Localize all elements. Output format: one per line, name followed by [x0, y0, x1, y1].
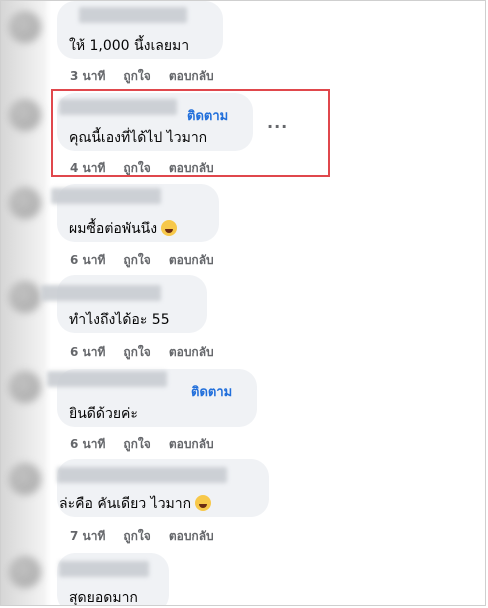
like-button[interactable]: ถูกใจ	[123, 343, 150, 362]
reply-button[interactable]: ตอบกลับ	[169, 435, 214, 454]
avatar[interactable]	[9, 371, 41, 403]
comment-text: สุดยอดมาก	[69, 590, 138, 606]
reply-button[interactable]: ตอบกลับ	[169, 251, 214, 270]
reply-button[interactable]: ตอบกลับ	[169, 527, 214, 546]
timestamp[interactable]: 7 นาที	[70, 527, 105, 546]
comment-bubble: ติดตาม ยินดีด้วยค่ะ	[47, 369, 257, 427]
laughing-emoji-icon	[195, 495, 212, 511]
redacted-name	[51, 188, 161, 204]
comment-actions: 3 นาที ถูกใจ ตอบกลับ	[70, 67, 214, 86]
follow-link[interactable]: ติดตาม	[191, 381, 232, 402]
comment-actions: 7 นาที ถูกใจ ตอบกลับ	[70, 527, 214, 546]
comment-bubble: ทำไงถึงได้อะ 55	[41, 275, 207, 333]
highlight-box	[51, 89, 330, 177]
avatar-column	[1, 1, 51, 605]
avatar[interactable]	[9, 281, 41, 313]
redacted-name	[41, 285, 161, 301]
avatar[interactable]	[9, 463, 41, 495]
comment-text: ผมซื้อต่อพันนึง	[69, 218, 178, 240]
comment-text: ยินดีด้วยค่ะ	[69, 406, 138, 422]
like-button[interactable]: ถูกใจ	[123, 67, 150, 86]
like-button[interactable]: ถูกใจ	[123, 251, 150, 270]
redacted-name	[59, 561, 149, 577]
redacted-name	[57, 467, 227, 483]
comment-bubble: ผมซื้อต่อพันนึง	[51, 184, 219, 242]
avatar[interactable]	[9, 99, 41, 131]
comment-bubble: สุดยอดมาก	[57, 553, 169, 606]
comment-actions: 6 นาที ถูกใจ ตอบกลับ	[70, 343, 214, 362]
comment-actions: 6 นาที ถูกใจ ตอบกลับ	[70, 251, 214, 270]
comment-text: ให้ 1,000 นึ้งเลยมา	[69, 38, 190, 54]
timestamp[interactable]: 6 นาที	[70, 251, 105, 270]
redacted-name	[79, 7, 187, 23]
timestamp[interactable]: 6 นาที	[70, 343, 105, 362]
like-button[interactable]: ถูกใจ	[123, 435, 150, 454]
avatar[interactable]	[9, 187, 41, 219]
reply-button[interactable]: ตอบกลับ	[169, 67, 214, 86]
comment-text: ทำไงถึงได้อะ 55	[69, 312, 170, 328]
like-button[interactable]: ถูกใจ	[123, 527, 150, 546]
grinning-squint-emoji-icon	[161, 220, 178, 236]
reply-button[interactable]: ตอบกลับ	[169, 343, 214, 362]
comment-actions: 6 นาที ถูกใจ ตอบกลับ	[70, 435, 214, 454]
avatar[interactable]	[9, 11, 41, 43]
comment-bubble: ให้ 1,000 นึ้งเลยมา	[57, 1, 223, 59]
redacted-name	[47, 371, 167, 387]
timestamp[interactable]: 3 นาที	[70, 67, 105, 86]
comment-text: ล่ะคือ คันเดียว ไวมาก	[59, 493, 212, 515]
timestamp[interactable]: 6 นาที	[70, 435, 105, 454]
comment-list: ให้ 1,000 นึ้งเลยมา 3 นาที ถูกใจ ตอบกลับ ต…	[0, 0, 486, 606]
avatar[interactable]	[9, 556, 41, 588]
comment-bubble: ล่ะคือ คันเดียว ไวมาก	[57, 459, 269, 517]
